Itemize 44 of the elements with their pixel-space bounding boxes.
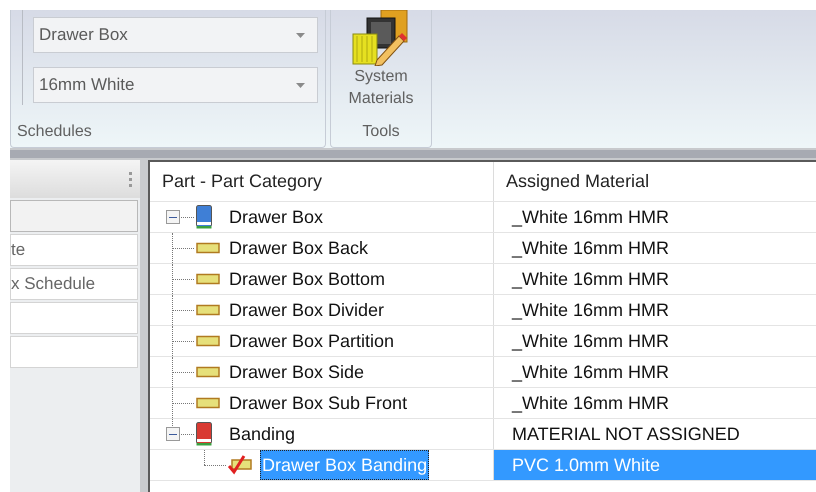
tree-row[interactable]: Drawer Box Divider _White 16mm HMR: [150, 295, 816, 326]
part-name: Drawer Box Bottom: [228, 268, 386, 290]
column-header[interactable]: Part - Part Category: [150, 162, 494, 201]
assigned-material: PVC 1.0mm White: [512, 454, 660, 476]
part-name: Drawer Box Divider: [228, 298, 386, 322]
assigned-material: _White 16mm HMR: [512, 298, 670, 322]
column-header[interactable]: Assigned Material: [494, 162, 816, 201]
assigned-material: _White 16mm HMR: [512, 236, 670, 260]
tree-row[interactable]: Drawer Box Sub Front _White 16mm HMR: [150, 388, 816, 419]
tree-row[interactable]: Drawer Box Partition _White 16mm HMR: [150, 326, 816, 357]
assigned-material: MATERIAL NOT ASSIGNED: [512, 422, 740, 446]
dropdown[interactable]: Drawer Box: [33, 17, 318, 53]
caret-icon: [296, 82, 305, 88]
tree-row[interactable]: Drawer Box Side _White 16mm HMR: [150, 357, 816, 388]
part-name: Drawer Box Sub Front: [228, 392, 408, 414]
splitter-bar[interactable]: [10, 148, 816, 160]
side-panel-row[interactable]: [10, 302, 138, 334]
part-name: Drawer Box Side: [228, 360, 366, 384]
dropdown[interactable]: 16mm White: [33, 67, 318, 103]
side-panel-row[interactable]: [10, 336, 138, 368]
collapse-toggle-icon[interactable]: [166, 210, 180, 224]
group-label: Schedules: [17, 122, 92, 142]
side-panel-row[interactable]: te: [10, 234, 138, 266]
tree-row[interactable]: Drawer Box Back _White 16mm HMR: [150, 233, 816, 264]
tree-row[interactable]: Drawer Box _White 16mm HMR: [150, 202, 816, 233]
part-name: Drawer Box Banding: [261, 454, 428, 477]
group-label: Tools: [362, 122, 400, 142]
assigned-material: _White 16mm HMR: [512, 206, 670, 228]
part-name: Drawer Box Back: [228, 236, 370, 260]
caret-icon: [296, 32, 305, 38]
assigned-material: _White 16mm HMR: [512, 360, 670, 384]
side-panel-row[interactable]: [10, 200, 138, 232]
system-materials-button[interactable]: System Materials: [341, 10, 421, 117]
part-name: Banding: [228, 422, 296, 446]
tree-row[interactable]: Drawer Box Bottom _White 16mm HMR: [150, 264, 816, 295]
grip-icon: [129, 172, 132, 186]
part-name: Drawer Box Partition: [228, 330, 396, 352]
assigned-material: _White 16mm HMR: [512, 392, 670, 414]
splitter-bar[interactable]: [140, 160, 148, 492]
part-name: Drawer Box: [228, 206, 324, 228]
assigned-material: _White 16mm HMR: [512, 330, 670, 352]
side-panel-row[interactable]: x Schedule: [10, 268, 138, 300]
assigned-material: _White 16mm HMR: [512, 268, 670, 290]
collapse-toggle-icon[interactable]: [166, 427, 180, 441]
